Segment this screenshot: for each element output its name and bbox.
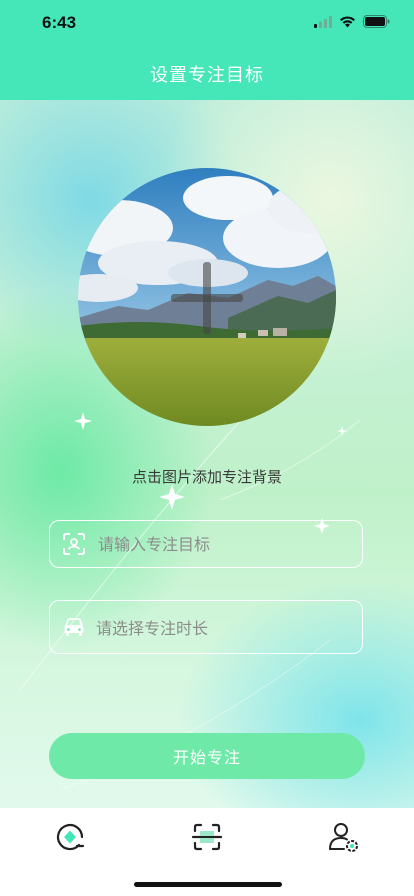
- focus-home-icon: [56, 823, 85, 851]
- home-indicator: [134, 882, 282, 887]
- landscape-image: [78, 168, 336, 426]
- start-focus-button[interactable]: 开始专注: [49, 733, 365, 779]
- tab-home[interactable]: [50, 820, 90, 854]
- scan-icon: [191, 823, 223, 851]
- scan-target-icon: [63, 533, 85, 555]
- tab-profile[interactable]: [324, 820, 364, 854]
- status-bar: 6:43: [0, 0, 414, 48]
- duration-select[interactable]: 请选择专注时长: [96, 615, 208, 639]
- battery-icon: [363, 15, 390, 28]
- background-photo[interactable]: [78, 168, 336, 426]
- goal-input[interactable]: [96, 533, 340, 555]
- signal-icon: [314, 15, 332, 28]
- page-title: 设置专注目标: [150, 65, 264, 86]
- car-icon: [64, 618, 84, 636]
- status-icons: [314, 15, 390, 28]
- photo-hint: 点击图片添加专注背景: [131, 468, 282, 486]
- tab-scan[interactable]: [187, 820, 227, 854]
- status-time: 6:43: [42, 13, 77, 32]
- nav-bar: 设置专注目标: [0, 48, 414, 100]
- wifi-icon: [340, 15, 355, 27]
- goal-field[interactable]: [49, 520, 363, 568]
- user-settings-icon: [329, 823, 358, 852]
- duration-field[interactable]: 请选择专注时长: [49, 600, 363, 654]
